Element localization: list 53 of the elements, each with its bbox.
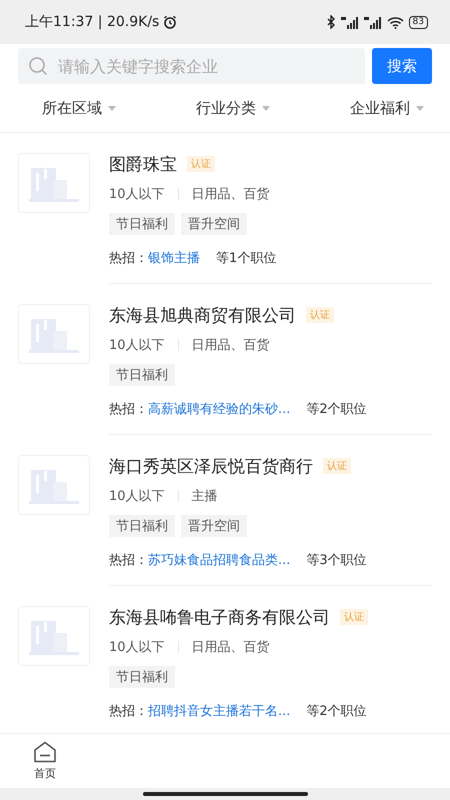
search-field[interactable]: 请输入关键字搜索企业 — [18, 48, 365, 84]
company-size: 10人以下 — [109, 186, 165, 203]
alarm-icon — [163, 15, 178, 29]
benefit-tag: 节日福利 — [109, 515, 175, 537]
filter-dropdown[interactable]: 行业分类 — [196, 98, 270, 118]
caret-icon — [108, 106, 116, 110]
job-count: 等3个职位 — [306, 552, 367, 569]
battery-indicator: 83 — [408, 16, 428, 28]
filter-dropdown[interactable]: 企业福利 — [350, 98, 424, 118]
hot-label: 热招： — [109, 703, 148, 720]
home-icon — [33, 741, 57, 763]
job-link[interactable]: 苏巧妹食品招聘食品类... — [148, 551, 290, 569]
job-count: 等2个职位 — [306, 703, 367, 720]
home-indicator[interactable] — [142, 792, 308, 796]
hot-label: 热招： — [109, 401, 148, 418]
company-industry: 主播 — [192, 488, 218, 505]
verified-badge: 认证 — [187, 156, 215, 172]
verified-badge: 认证 — [306, 307, 334, 323]
wifi-icon — [386, 16, 404, 28]
signal-icon — [364, 16, 382, 28]
nav-label[interactable]: 首页 — [34, 766, 56, 781]
job-count: 等1个职位 — [216, 250, 276, 267]
status-time: 上午11:37 | 20.9K/s — [25, 13, 160, 31]
company-name[interactable]: 东海县旭典商贸有限公司 — [109, 304, 296, 326]
company-name[interactable]: 图爵珠宝 — [109, 152, 177, 176]
company-industry: 日用品、百货 — [192, 337, 270, 354]
benefit-tag: 晋升空间 — [181, 213, 247, 235]
company-size: 10人以下 — [109, 639, 165, 656]
job-link[interactable]: 银饰主播 — [148, 249, 200, 267]
hot-label: 热招： — [109, 250, 148, 267]
company-industry: 日用品、百货 — [192, 639, 270, 656]
benefit-tag: 晋升空间 — [181, 515, 247, 537]
bluetooth-icon — [326, 15, 336, 29]
company-size: 10人以下 — [109, 488, 165, 505]
search-button[interactable]: 搜索 — [372, 48, 432, 84]
company-size: 10人以下 — [109, 337, 165, 354]
job-link[interactable]: 招聘抖音女主播若干名... — [148, 702, 290, 720]
company-name[interactable]: 海口秀英区泽辰悦百货商行 — [109, 454, 313, 478]
company-name[interactable]: 东海县咘鲁电子商务有限公司 — [109, 606, 330, 628]
company-industry: 日用品、百货 — [192, 186, 270, 203]
hot-label: 热招： — [109, 552, 148, 569]
benefit-tag: 节日福利 — [109, 213, 175, 235]
filter-dropdown[interactable]: 所在区域 — [42, 98, 116, 118]
benefit-tag: 节日福利 — [109, 364, 175, 386]
signal-icon — [340, 16, 359, 28]
verified-badge: 认证 — [340, 609, 368, 625]
job-link[interactable]: 高薪诚聘有经验的朱砂... — [148, 400, 290, 418]
caret-icon — [416, 106, 424, 110]
job-count: 等2个职位 — [306, 401, 367, 418]
benefit-tag: 节日福利 — [109, 666, 175, 688]
caret-icon — [262, 106, 270, 110]
search-icon — [28, 56, 48, 76]
verified-badge: 认证 — [323, 458, 351, 474]
